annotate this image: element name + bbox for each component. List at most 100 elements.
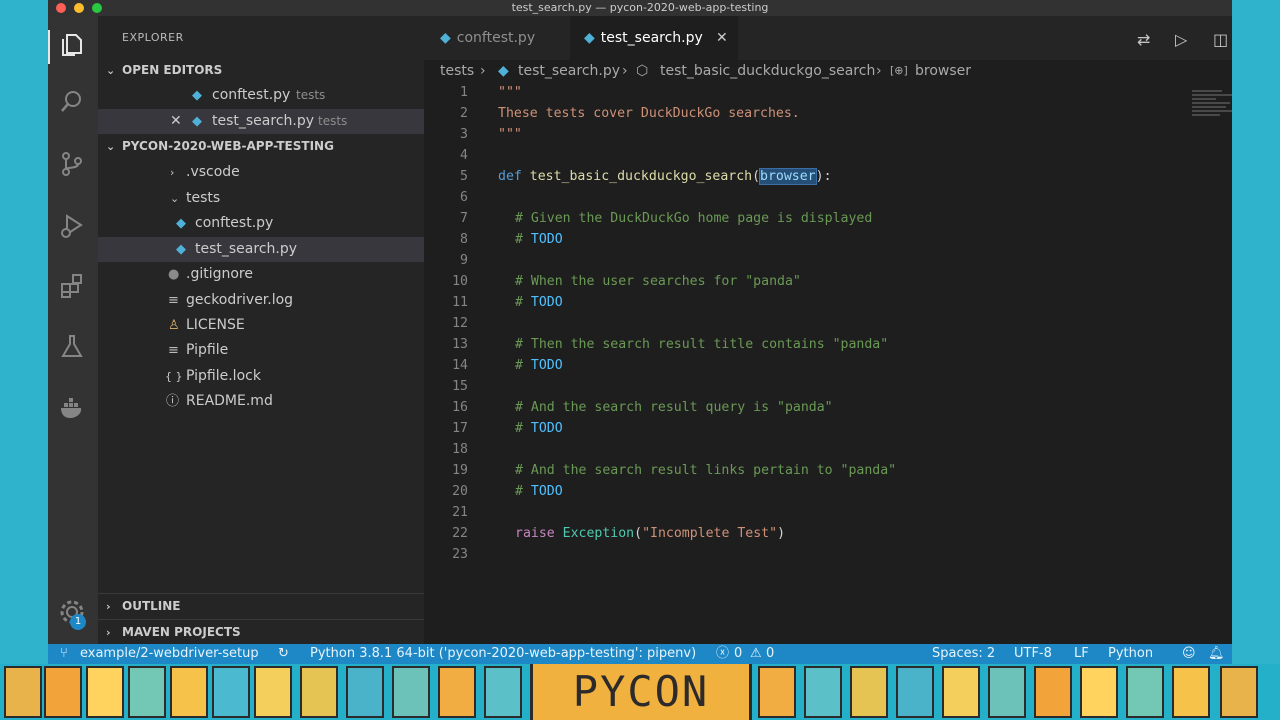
info-icon: ⓘ [166, 394, 180, 409]
vscode-window: test_search.py — pycon-2020-web-app-test… [48, 0, 1232, 664]
tree-item-vscode[interactable]: › .vscode [98, 160, 424, 185]
banner-tile [86, 666, 124, 718]
maven-projects-header[interactable]: › MAVEN PROJECTS [98, 619, 424, 644]
breadcrumb-item[interactable]: test_search.py [518, 60, 620, 82]
banner-tile [438, 666, 476, 718]
banner-tile [1126, 666, 1164, 718]
open-editors-header[interactable]: ⌄ OPEN EDITORS [98, 58, 424, 83]
braces-icon: { } [165, 370, 183, 383]
pycon-logo-text: PYCON 2020 [530, 664, 752, 720]
git-branch[interactable]: example/2-webdriver-setup [80, 644, 259, 664]
banner-tile [212, 666, 250, 718]
breadcrumb-item[interactable]: tests [440, 60, 474, 82]
chevron-right-icon: › [106, 626, 111, 639]
error-count: 0 [734, 646, 743, 661]
breadcrumb-item[interactable]: test_basic_duckduckgo_search [660, 60, 875, 82]
tree-item-readme[interactable]: ⓘ README.md [98, 389, 424, 414]
banner-tile [300, 666, 338, 718]
right-border [1232, 0, 1280, 664]
pycon-banner: PYCON 2020 [0, 664, 1280, 720]
tree-item-conftest[interactable]: ◆ conftest.py [98, 211, 424, 236]
code-line: 12 [452, 316, 468, 331]
line-ending[interactable]: LF [1074, 644, 1089, 664]
code-line: 7 # Given the DuckDuckGo home page is dis… [460, 211, 873, 226]
tree-item-license[interactable]: ♙ LICENSE [98, 313, 424, 338]
code-line: 19 # And the search result links pertain … [452, 463, 897, 478]
license-icon: ♙ [168, 318, 180, 333]
split-editor-icon[interactable]: ◫ [1213, 30, 1228, 49]
chevron-right-icon: › [170, 166, 175, 179]
project-header[interactable]: ⌄ PYCON-2020-WEB-APP-TESTING [98, 134, 424, 159]
code-line: 9 [460, 253, 468, 268]
smiley-icon[interactable]: ☺ [1182, 644, 1196, 664]
close-icon[interactable]: ✕ [170, 109, 182, 134]
extensions-icon[interactable] [58, 272, 86, 300]
banner-tile [254, 666, 292, 718]
code-line: 14 # TODO [452, 358, 563, 373]
banner-tile [484, 666, 522, 718]
tree-item-pipfile[interactable]: ≡ Pipfile [98, 338, 424, 363]
code-line: 16 # And the search result query is "pand… [452, 400, 833, 415]
active-indicator [48, 30, 50, 64]
code-line: 11 # TODO [452, 295, 563, 310]
code-line: 13 # Then the search result title contain… [452, 337, 889, 352]
errors-icon[interactable]: ⓧ [716, 644, 729, 664]
code-line: 21 [452, 505, 468, 520]
warning-icon[interactable]: ⚠ [750, 644, 762, 664]
tree-item-test-search[interactable]: ◆ test_search.py [98, 237, 424, 262]
variable-icon: [⊕] [890, 64, 908, 77]
banner-tile [170, 666, 208, 718]
open-editor-item[interactable]: ◆ conftest.py tests [98, 83, 424, 108]
files-icon[interactable] [58, 30, 86, 58]
tree-item-pipfile-lock[interactable]: { } Pipfile.lock [98, 364, 424, 389]
python-file-icon: ◆ [176, 216, 186, 231]
banner-tile [804, 666, 842, 718]
code-line: 3 """ [460, 127, 522, 142]
title-bar: test_search.py — pycon-2020-web-app-test… [48, 0, 1232, 16]
chevron-down-icon: ⌄ [106, 64, 116, 77]
tree-item-gitignore[interactable]: ● .gitignore [98, 262, 424, 287]
indentation[interactable]: Spaces: 2 [932, 644, 995, 664]
chevron-right-icon: › [876, 63, 882, 79]
code-line: 23 [452, 547, 468, 562]
code-line: 2 These tests cover DuckDuckGo searches. [460, 106, 800, 121]
bell-icon[interactable]: 🔔︎ [1208, 644, 1225, 664]
encoding[interactable]: UTF-8 [1014, 644, 1052, 664]
code-line: 15 [452, 379, 468, 394]
run-icon[interactable]: ▷ [1175, 30, 1187, 49]
banner-tile [758, 666, 796, 718]
sync-icon[interactable]: ↻ [278, 644, 289, 664]
left-border [0, 0, 48, 664]
tree-item-tests[interactable]: ⌄ tests [98, 186, 424, 211]
close-icon[interactable]: ✕ [716, 16, 728, 60]
run-debug-icon[interactable] [58, 212, 86, 240]
source-control-icon[interactable] [58, 150, 86, 178]
tab-test-search[interactable]: ◆ test_search.py ✕ [570, 16, 738, 60]
compare-changes-icon[interactable]: ⇄ [1137, 30, 1150, 49]
python-interpreter[interactable]: Python 3.8.1 64-bit ('pycon-2020-web-app… [310, 644, 696, 664]
banner-tile [942, 666, 980, 718]
code-line: 5 def test_basic_duckduckgo_search(browse… [460, 168, 832, 185]
testing-flask-icon[interactable] [58, 332, 86, 360]
breadcrumb: tests › ◆ test_search.py › ⬡ test_basic_… [424, 60, 1232, 82]
tab-conftest[interactable]: ◆ conftest.py [424, 16, 570, 60]
search-icon[interactable] [58, 88, 86, 116]
breadcrumb-item[interactable]: browser [915, 60, 971, 82]
code-line: 18 [452, 442, 468, 457]
tree-item-geckodriver-log[interactable]: ≡ geckodriver.log [98, 288, 424, 313]
python-file-icon: ◆ [440, 30, 451, 46]
banner-tile [1034, 666, 1072, 718]
window-title: test_search.py — pycon-2020-web-app-test… [511, 1, 769, 14]
dot-icon: ● [168, 267, 180, 282]
banner-tile [1220, 666, 1258, 718]
language-mode[interactable]: Python [1108, 644, 1153, 664]
activity-bar: 1 [48, 16, 98, 644]
minimap[interactable] [1192, 90, 1232, 134]
chevron-down-icon: ⌄ [170, 192, 180, 205]
lines-icon: ≡ [168, 293, 179, 308]
outline-header[interactable]: › OUTLINE [98, 593, 424, 618]
code-editor[interactable]: 1 """ 2 These tests cover DuckDuckGo searc… [424, 82, 1232, 644]
docker-icon[interactable] [58, 394, 86, 422]
open-editor-item[interactable]: ✕ ◆ test_search.py tests [98, 109, 424, 134]
banner-tile [346, 666, 384, 718]
